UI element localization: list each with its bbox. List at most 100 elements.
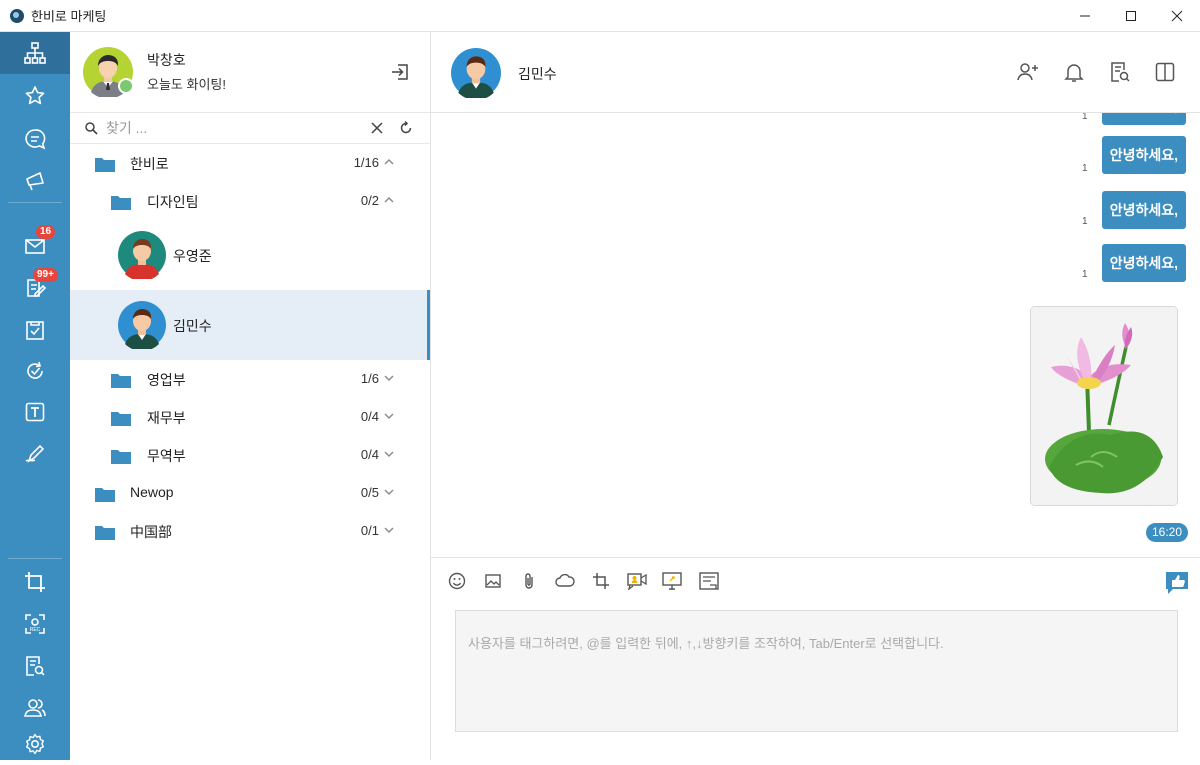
mail-unread-badge: 16	[36, 225, 56, 239]
group-online-count: 0/5	[360, 485, 379, 500]
crop-icon	[25, 572, 45, 592]
title-bar: 한비로 마케팅	[0, 0, 1200, 32]
folder-icon	[95, 526, 115, 540]
read-count: 1	[1082, 163, 1088, 174]
search-icon	[85, 122, 98, 135]
group-label: 한비로	[130, 156, 169, 172]
rail-tasks[interactable]	[0, 309, 70, 351]
member-avatar	[118, 231, 166, 282]
crop-icon[interactable]	[592, 572, 610, 590]
contact-avatar[interactable]	[451, 48, 501, 101]
org-chart-icon	[24, 42, 46, 64]
group-online-count: 0/4	[360, 447, 379, 462]
notification-button[interactable]	[1062, 60, 1086, 89]
message-bubble[interactable]: 안녕하세요,	[1101, 113, 1186, 125]
chat-header: 김민수	[431, 32, 1200, 113]
close-button[interactable]	[1154, 0, 1200, 32]
logout-button[interactable]	[390, 62, 410, 87]
chevron-down-icon[interactable]	[383, 448, 395, 460]
add-user-icon	[1017, 63, 1038, 81]
tree-group-trade[interactable]: 무역부 0/4	[70, 436, 430, 474]
folder-icon	[111, 374, 131, 388]
image-icon[interactable]	[484, 572, 502, 590]
tree-group-hanbiro[interactable]: 한비로 1/16	[70, 144, 430, 182]
add-member-button[interactable]	[1016, 60, 1040, 89]
group-online-count: 1/6	[360, 371, 379, 386]
document-search-icon	[26, 656, 45, 676]
refresh-icon[interactable]	[398, 120, 414, 136]
rail-settings[interactable]	[0, 723, 70, 765]
image-message[interactable]	[1030, 306, 1178, 506]
rail-approval[interactable]	[0, 350, 70, 392]
bell-icon	[1064, 64, 1084, 82]
member-name: 김민수	[173, 318, 212, 334]
chevron-down-icon[interactable]	[383, 410, 395, 422]
search-input[interactable]	[106, 118, 356, 138]
message-bubble[interactable]: 안녕하세요,	[1101, 136, 1186, 174]
maximize-button[interactable]	[1108, 0, 1154, 32]
folder-icon	[111, 196, 131, 210]
group-online-count: 1/16	[353, 155, 379, 170]
gear-icon	[26, 733, 44, 755]
split-panel-icon	[1155, 62, 1175, 82]
rail-divider	[8, 202, 62, 203]
read-count: 1	[1082, 113, 1088, 122]
rail-organization[interactable]	[0, 32, 70, 74]
minimize-button[interactable]	[1062, 0, 1108, 32]
chevron-up-icon[interactable]	[383, 156, 395, 168]
notes-unread-badge: 99+	[33, 268, 58, 282]
group-label: 재무부	[147, 410, 186, 426]
rail-megaphone[interactable]	[0, 160, 70, 202]
tree-group-newop[interactable]: Newop 0/5	[70, 474, 430, 512]
rail-sign[interactable]	[0, 432, 70, 474]
screen-share-icon[interactable]	[662, 572, 682, 590]
member-row[interactable]: 우영준	[70, 220, 430, 290]
folder-icon	[95, 158, 115, 172]
rail-mail[interactable]: 16	[0, 225, 70, 267]
icon-rail: 16 99+ REC	[0, 32, 70, 760]
screen-record-icon: REC	[25, 614, 45, 634]
chat-bubble-icon	[25, 129, 46, 150]
folder-icon	[111, 450, 131, 464]
chevron-down-icon[interactable]	[383, 524, 395, 536]
chevron-up-icon[interactable]	[383, 194, 395, 206]
rail-chat[interactable]	[0, 118, 70, 160]
document-search-icon	[1111, 62, 1130, 82]
rail-search-doc[interactable]	[0, 645, 70, 687]
rail-crop[interactable]	[0, 561, 70, 603]
group-label: 디자인팀	[147, 194, 199, 210]
my-profile: 박창호 오늘도 화이팅!	[70, 32, 430, 112]
group-online-count: 0/2	[360, 193, 379, 208]
contact-name: 김민수	[518, 66, 557, 82]
window-title: 한비로 마케팅	[31, 9, 107, 24]
cloud-icon[interactable]	[554, 572, 576, 590]
tree-group-china[interactable]: 中国部 0/1	[70, 512, 430, 550]
chevron-down-icon[interactable]	[383, 486, 395, 498]
group-label: 영업부	[147, 372, 186, 388]
group-label: 中国部	[130, 524, 172, 540]
video-call-icon[interactable]	[627, 572, 647, 590]
rail-record[interactable]: REC	[0, 603, 70, 645]
folder-icon	[95, 488, 115, 502]
rail-favorites[interactable]	[0, 75, 70, 117]
message-composer	[431, 557, 1200, 760]
search-history-button[interactable]	[1108, 60, 1132, 89]
attachment-icon[interactable]	[520, 572, 538, 590]
toggle-panel-button[interactable]	[1153, 60, 1177, 89]
rail-text[interactable]	[0, 391, 70, 433]
tree-group-design[interactable]: 디자인팀 0/2	[70, 182, 430, 220]
rail-notes[interactable]: 99+	[0, 267, 70, 309]
chevron-down-icon[interactable]	[383, 372, 395, 384]
emoji-icon[interactable]	[448, 572, 466, 590]
member-row-selected[interactable]: 김민수	[70, 290, 430, 360]
message-bubble[interactable]: 안녕하세요,	[1101, 191, 1186, 229]
like-button[interactable]	[1164, 570, 1190, 601]
message-input[interactable]	[456, 611, 1177, 731]
clear-search-icon[interactable]	[370, 121, 384, 135]
message-bubble[interactable]: 안녕하세요,	[1101, 244, 1186, 282]
tree-group-finance[interactable]: 재무부 0/4	[70, 398, 430, 436]
note-icon[interactable]	[699, 572, 719, 590]
search-bar	[70, 112, 430, 144]
tree-group-sales[interactable]: 영업부 1/6	[70, 360, 430, 398]
my-status-message[interactable]: 오늘도 화이팅!	[147, 74, 226, 93]
